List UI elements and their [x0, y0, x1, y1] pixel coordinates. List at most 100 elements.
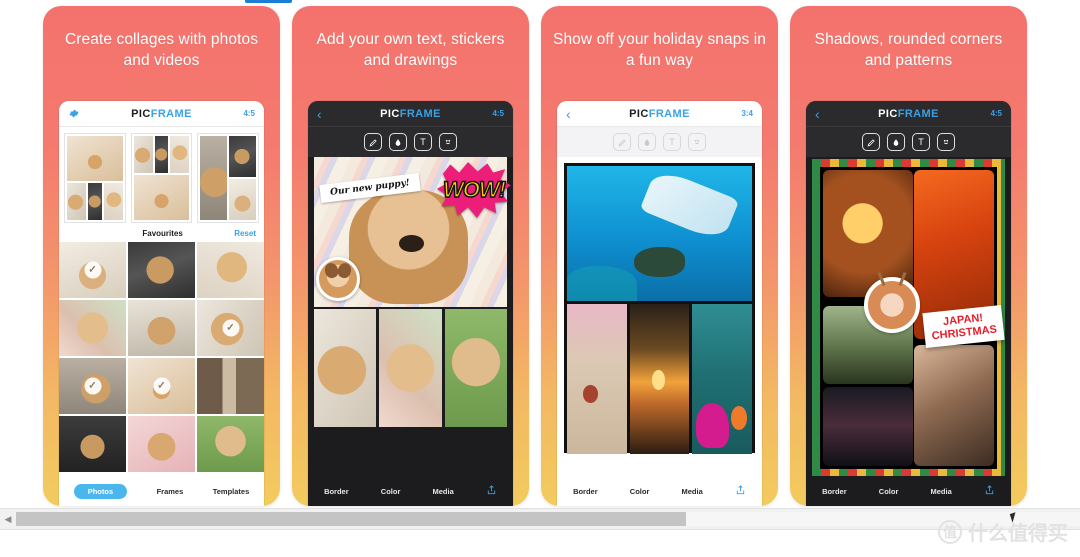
sticker-icon[interactable] [439, 133, 457, 151]
aspect-ratio-label-2[interactable]: 4:5 [472, 109, 504, 118]
photo-grid[interactable]: ✓ ✓ ✓ ✓ [59, 242, 264, 472]
reset-button[interactable]: Reset [234, 229, 256, 238]
phone-tabbar-1[interactable]: Photos Frames Templates [59, 476, 264, 506]
photo-grid-item[interactable] [128, 416, 195, 472]
text-icon[interactable]: T [912, 133, 930, 151]
tab-frames[interactable]: Frames [157, 487, 184, 496]
photo-grid-item[interactable]: ✓ [128, 358, 195, 414]
photo-grid-item[interactable]: ✓ [59, 242, 126, 298]
brush-icon[interactable] [364, 133, 382, 151]
tab-media[interactable]: Media [682, 487, 703, 496]
tab-border[interactable]: Border [573, 487, 598, 496]
scrollbar-thumb[interactable] [16, 512, 687, 526]
comic-wow-text: WOW! [442, 176, 506, 203]
droplet-icon[interactable] [389, 133, 407, 151]
collage-bottom-row [314, 309, 507, 427]
phone-navbar-4: ‹ PICFRAME 4:5 [806, 101, 1011, 127]
text-icon[interactable]: T [414, 133, 432, 151]
comic-wow-sticker[interactable]: WOW! [437, 161, 511, 219]
chevron-left-icon[interactable]: ‹ [815, 107, 847, 121]
photo-grid-item[interactable]: ✓ [197, 300, 264, 356]
layout-template-row[interactable] [59, 127, 264, 227]
scroll-left-arrow-icon[interactable]: ◀ [0, 514, 16, 525]
layout-template-2[interactable] [130, 133, 193, 223]
photo-grid-item[interactable]: ✓ [59, 358, 126, 414]
collage-photo-street [823, 387, 914, 466]
photo-grid-item[interactable] [59, 300, 126, 356]
editor-toolbar-3[interactable]: T [557, 127, 762, 157]
tab-color[interactable]: Color [879, 487, 899, 496]
layout-template-1[interactable] [64, 133, 126, 223]
app-brand-1: PICFRAME [131, 108, 192, 120]
text-icon[interactable]: T [663, 133, 681, 151]
tab-templates[interactable]: Templates [213, 487, 250, 496]
share-icon[interactable] [984, 484, 995, 498]
layout-cell [170, 136, 190, 174]
collage-canvas-2[interactable]: Our new puppy! WOW! [314, 157, 511, 477]
collage-photo-reef [692, 304, 753, 454]
phone-navbar-1: PICFRAME 4:5 [59, 101, 264, 127]
phone-tabbar-4[interactable]: Border Color Media [806, 476, 1011, 506]
tab-photos[interactable]: Photos [73, 483, 128, 499]
selected-check-icon: ✓ [84, 377, 101, 395]
screenshot-card-4[interactable]: Shadows, rounded corners and patterns ‹ … [790, 6, 1027, 506]
screenshot-card-1[interactable]: Create collages with photos and videos P… [43, 6, 280, 506]
tab-border[interactable]: Border [324, 487, 349, 496]
horizontal-scrollbar[interactable]: ◀ [0, 508, 1080, 530]
brand-part-frame: FRAME [399, 107, 441, 120]
aspect-ratio-label-1[interactable]: 4:5 [223, 109, 255, 118]
collage-canvas-3[interactable] [564, 163, 755, 454]
photo-grid-item[interactable] [197, 242, 264, 298]
photo-grid-item[interactable] [128, 300, 195, 356]
tab-media[interactable]: Media [433, 487, 454, 496]
gear-icon[interactable] [68, 108, 100, 119]
card-title-3: Show off your holiday snaps in a fun way [553, 31, 766, 69]
app-brand-3: PICFRAME [629, 108, 690, 120]
brush-icon[interactable] [862, 133, 880, 151]
layout-cell [133, 136, 153, 174]
brand-part-frame: FRAME [150, 107, 192, 120]
phone-mock-4: ‹ PICFRAME 4:5 T JAPAN! CHRISTMAS Border… [806, 101, 1011, 506]
tab-border[interactable]: Border [822, 487, 847, 496]
phone-tabbar-2[interactable]: Border Color Media [308, 476, 513, 506]
editor-toolbar-2[interactable]: T [308, 127, 513, 157]
photo-grid-item[interactable] [128, 242, 195, 298]
collage-photo-sunset [629, 304, 690, 454]
aspect-ratio-label-3[interactable]: 3:4 [721, 109, 753, 118]
brand-part-pic: PIC [380, 107, 400, 120]
aspect-ratio-label-4[interactable]: 4:5 [970, 109, 1002, 118]
scrollbar-track[interactable] [16, 512, 1080, 526]
photo-grid-item[interactable] [197, 358, 264, 414]
card-title-4: Shadows, rounded corners and patterns [814, 31, 1003, 69]
layout-template-3[interactable] [197, 133, 260, 223]
collage-canvas-4[interactable]: JAPAN! CHRISTMAS [812, 159, 1005, 477]
share-icon[interactable] [735, 484, 746, 498]
phone-tabbar-3[interactable]: Border Color Media [557, 476, 762, 506]
brush-icon[interactable] [613, 133, 631, 151]
tab-color[interactable]: Color [630, 487, 650, 496]
sticker-icon[interactable] [937, 133, 955, 151]
screenshot-gallery[interactable]: Create collages with photos and videos P… [0, 6, 1080, 510]
reindeer-sticker[interactable] [864, 277, 920, 333]
app-brand-2: PICFRAME [380, 108, 441, 120]
page-root: Create collages with photos and videos P… [0, 0, 1080, 557]
photo-grid-item[interactable] [197, 416, 264, 472]
chevron-left-icon[interactable]: ‹ [566, 107, 598, 121]
droplet-icon[interactable] [638, 133, 656, 151]
card-title-1: Create collages with photos and videos [64, 31, 259, 69]
photo-grid-item[interactable] [59, 416, 126, 472]
dog-sticker[interactable] [316, 257, 360, 301]
watermark: 值 什么值得买 [938, 517, 1068, 546]
top-tab-indicator [245, 0, 292, 3]
chevron-left-icon[interactable]: ‹ [317, 107, 349, 121]
screenshot-card-2[interactable]: Add your own text, stickers and drawings… [292, 6, 529, 506]
share-icon[interactable] [486, 484, 497, 498]
droplet-icon[interactable] [887, 133, 905, 151]
watermark-badge: 值 [938, 519, 962, 544]
sticker-icon[interactable] [688, 133, 706, 151]
editor-toolbar-4[interactable]: T [806, 127, 1011, 157]
tab-color[interactable]: Color [381, 487, 401, 496]
screenshot-card-3[interactable]: Show off your holiday snaps in a fun way… [541, 6, 778, 506]
tab-media[interactable]: Media [931, 487, 952, 496]
collage-photo-hand [914, 345, 994, 466]
